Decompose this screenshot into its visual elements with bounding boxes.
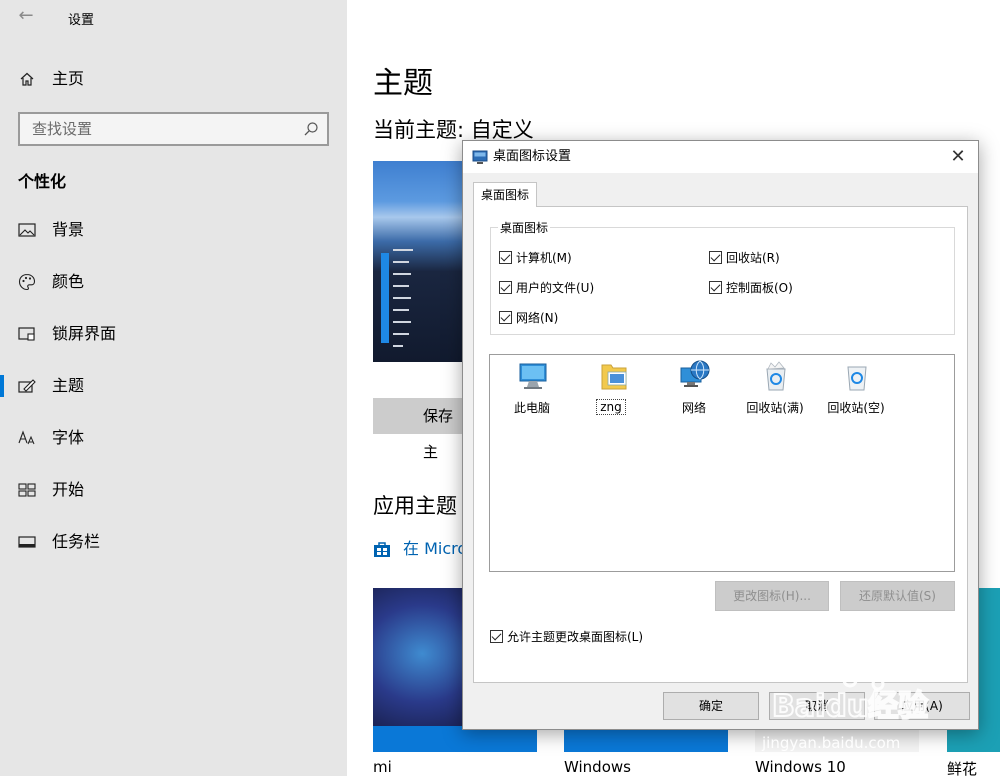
restore-default-button[interactable]: 还原默认值(S): [840, 581, 955, 611]
checkbox-recycle-bin[interactable]: 回收站(R): [709, 248, 780, 266]
sidebar-item-fonts[interactable]: 字体: [0, 421, 347, 455]
theme-thumbnail-label: Windows: [564, 758, 631, 776]
icon-label: 回收站(空): [827, 401, 885, 415]
checkbox-label: 允许主题更改桌面图标(L): [507, 629, 644, 644]
dialog-title: 桌面图标设置: [493, 149, 572, 164]
sidebar-item-label: 背景: [52, 220, 85, 239]
icon-item-recycle-bin-empty[interactable]: 回收站(空): [817, 359, 895, 419]
font-icon: [16, 421, 38, 455]
recycle-bin-empty-icon: [840, 359, 874, 393]
checkbox-box[interactable]: [709, 250, 722, 264]
icon-item-this-pc[interactable]: 此电脑: [493, 359, 571, 419]
sidebar-item-lock-screen[interactable]: 锁屏界面: [0, 317, 347, 351]
sidebar-item-themes[interactable]: 主题: [0, 369, 347, 403]
checkbox-user-files[interactable]: 用户的文件(U): [499, 278, 594, 296]
icon-label: 此电脑: [513, 401, 550, 415]
sidebar-item-label: 颜色: [52, 272, 85, 291]
checkbox-box[interactable]: [499, 250, 512, 264]
checkbox-label: 网络(N): [516, 310, 559, 325]
tab-label: 桌面图标: [480, 188, 529, 202]
checkbox-label: 计算机(M): [516, 250, 572, 265]
theme-thumbnail-label: Windows 10: [755, 758, 846, 776]
theme-brush-icon: [16, 369, 38, 403]
change-icon-button[interactable]: 更改图标(H)...: [715, 581, 829, 611]
tab-desktop-icons[interactable]: 桌面图标: [473, 182, 537, 207]
desktop-icons-groupbox: 桌面图标 计算机(M) 回收站(R) 用户的文件(U) 控制面板(O) 网络(N…: [490, 219, 955, 335]
theme-thumbnail-label: mi: [373, 758, 392, 776]
checkbox-label: 用户的文件(U): [516, 280, 595, 295]
taskbar-icon: [16, 525, 38, 559]
checkbox-label: 控制面板(O): [726, 280, 793, 295]
dialog-titlebar[interactable]: 桌面图标设置 ✕: [463, 141, 978, 173]
checkbox-computer[interactable]: 计算机(M): [499, 248, 572, 266]
checkbox-box[interactable]: [499, 280, 512, 294]
picture-icon: [16, 213, 38, 247]
checkbox-label: 回收站(R): [726, 250, 780, 265]
sidebar-item-label: 字体: [52, 428, 85, 447]
checkbox-box[interactable]: [490, 629, 503, 643]
start-tiles-icon: [16, 473, 38, 507]
section-heading: 个性化: [18, 172, 67, 191]
sidebar-item-label: 任务栏: [52, 532, 101, 551]
search-icon: [303, 121, 319, 137]
tab-panel: 桌面图标 计算机(M) 回收站(R) 用户的文件(U) 控制面板(O) 网络(N…: [473, 206, 968, 683]
checkbox-network[interactable]: 网络(N): [499, 308, 558, 326]
user-folder-icon: [597, 359, 631, 393]
search-placeholder: 查找设置: [32, 120, 93, 138]
icon-item-recycle-bin-full[interactable]: 回收站(满): [736, 359, 814, 419]
sidebar-item-colors[interactable]: 颜色: [0, 265, 347, 299]
network-globe-icon: [678, 359, 712, 393]
back-button[interactable]: ←: [14, 4, 38, 28]
sidebar-item-label: 主页: [52, 69, 85, 88]
icon-item-user-folder[interactable]: zng: [574, 359, 652, 419]
icon-label: 回收站(满): [746, 401, 804, 415]
apply-theme-heading: 应用主题: [373, 494, 457, 518]
store-bag-icon: [373, 540, 391, 558]
checkbox-control-panel[interactable]: 控制面板(O): [709, 278, 793, 296]
page-title: 主题: [373, 66, 433, 101]
app-title: 设置: [68, 13, 95, 28]
sidebar-item-start[interactable]: 开始: [0, 473, 347, 507]
sidebar-item-label: 主题: [52, 376, 85, 395]
save-theme-label: 保存主: [423, 407, 454, 461]
lock-screen-icon: [16, 317, 38, 351]
store-link-label: 在 Micro: [403, 539, 468, 558]
checkbox-box[interactable]: [499, 310, 512, 324]
checkbox-box[interactable]: [709, 280, 722, 294]
cancel-button[interactable]: 取消: [769, 692, 865, 720]
sidebar-item-home[interactable]: 主页: [0, 62, 347, 96]
sidebar-item-label: 开始: [52, 480, 85, 499]
apply-button[interactable]: 应用(A): [874, 692, 970, 720]
theme-thumbnail-label: 鲜花: [947, 760, 978, 776]
icon-item-network[interactable]: 网络: [655, 359, 733, 419]
search-input[interactable]: 查找设置: [18, 112, 329, 146]
desktop-settings-icon: [472, 149, 488, 165]
icon-label: zng: [596, 399, 626, 415]
sidebar-item-taskbar[interactable]: 任务栏: [0, 525, 347, 559]
sidebar-item-background[interactable]: 背景: [0, 213, 347, 247]
ok-button[interactable]: 确定: [663, 692, 759, 720]
theme-preview-image: [373, 161, 465, 362]
recycle-bin-full-icon: [759, 359, 793, 393]
groupbox-label: 桌面图标: [498, 219, 551, 236]
save-theme-button[interactable]: 保存主: [373, 398, 465, 461]
checkbox-allow-themes[interactable]: 允许主题更改桌面图标(L): [490, 627, 643, 645]
close-button[interactable]: ✕: [938, 141, 978, 173]
palette-icon: [16, 265, 38, 299]
icon-label: 网络: [681, 401, 706, 415]
icon-list[interactable]: 此电脑 zng 网络 回收站(满) 回收站(空): [489, 354, 955, 572]
home-icon: [16, 62, 38, 96]
desktop-icon-settings-dialog: 桌面图标设置 ✕ 桌面图标 桌面图标 计算机(M) 回收站(R) 用户的文件(U…: [462, 140, 979, 730]
computer-icon: [516, 359, 550, 393]
settings-sidebar: ← 设置 主页 查找设置 个性化 背景 颜色 锁屏界面 主题 字体 开始 任务栏: [0, 0, 347, 776]
sidebar-item-label: 锁屏界面: [52, 324, 117, 343]
